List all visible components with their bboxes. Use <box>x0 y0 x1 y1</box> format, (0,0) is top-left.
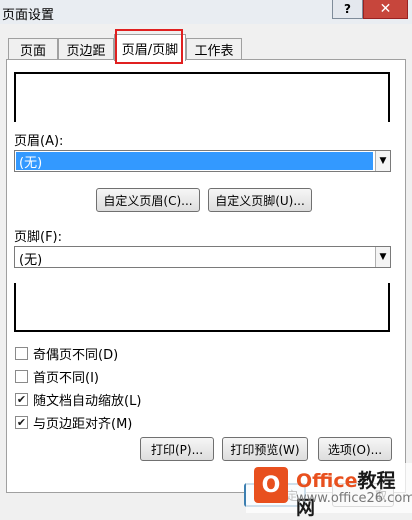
option-label: 与页边距对齐(M) <box>33 416 133 432</box>
footer-label: 页脚(F): <box>14 230 63 245</box>
watermark-url: www.office26.com <box>296 491 412 506</box>
office-logo-icon: O <box>254 467 288 503</box>
window-title: 页面设置 <box>2 8 55 23</box>
tab-header-footer[interactable]: 页眉/页脚 <box>114 34 186 61</box>
option-scale-with-document[interactable]: ✔ 随文档自动缩放(L) <box>15 391 142 409</box>
print-button[interactable]: 打印(P)... <box>140 437 214 461</box>
tab-sheet[interactable]: 工作表 <box>186 38 242 60</box>
custom-header-button[interactable]: 自定义页眉(C)... <box>96 188 200 212</box>
checkbox[interactable] <box>15 369 28 383</box>
header-label: 页眉(A): <box>14 134 64 149</box>
footer-preview <box>14 283 390 332</box>
tab-margins[interactable]: 页边距 <box>58 38 114 60</box>
header-preview <box>14 72 390 122</box>
checkbox[interactable] <box>15 346 28 360</box>
option-label: 随文档自动缩放(L) <box>33 393 142 409</box>
footer-select-value: (无) <box>19 253 43 268</box>
watermark-title-prefix: Office <box>296 470 358 492</box>
header-select[interactable]: (无) ▼ <box>14 150 391 172</box>
print-preview-button[interactable]: 打印预览(W) <box>222 437 308 461</box>
header-select-value: (无) <box>16 152 373 171</box>
option-label: 首页不同(I) <box>33 370 99 386</box>
close-button[interactable]: ✕ <box>363 0 408 19</box>
checkbox-checked[interactable]: ✔ <box>15 415 28 429</box>
footer-select[interactable]: (无) ▼ <box>14 246 391 268</box>
title-bar: 页面设置 ? ✕ <box>0 0 412 24</box>
close-icon: ✕ <box>379 1 392 17</box>
options-button[interactable]: 选项(O)... <box>318 437 392 461</box>
custom-footer-button[interactable]: 自定义页脚(U)... <box>208 188 312 212</box>
chevron-down-icon[interactable]: ▼ <box>375 247 390 267</box>
checkbox-checked[interactable]: ✔ <box>15 392 28 406</box>
option-label: 奇偶页不同(D) <box>33 347 119 363</box>
help-icon: ? <box>344 2 351 16</box>
help-button[interactable]: ? <box>332 0 363 19</box>
tab-page[interactable]: 页面 <box>8 38 58 60</box>
option-different-first-page[interactable]: 首页不同(I) <box>15 368 99 386</box>
option-different-odd-even[interactable]: 奇偶页不同(D) <box>15 345 119 363</box>
chevron-down-icon[interactable]: ▼ <box>375 151 390 171</box>
option-align-with-margins[interactable]: ✔ 与页边距对齐(M) <box>15 414 133 432</box>
watermark: O Office教程网 www.office26.com <box>246 463 412 519</box>
